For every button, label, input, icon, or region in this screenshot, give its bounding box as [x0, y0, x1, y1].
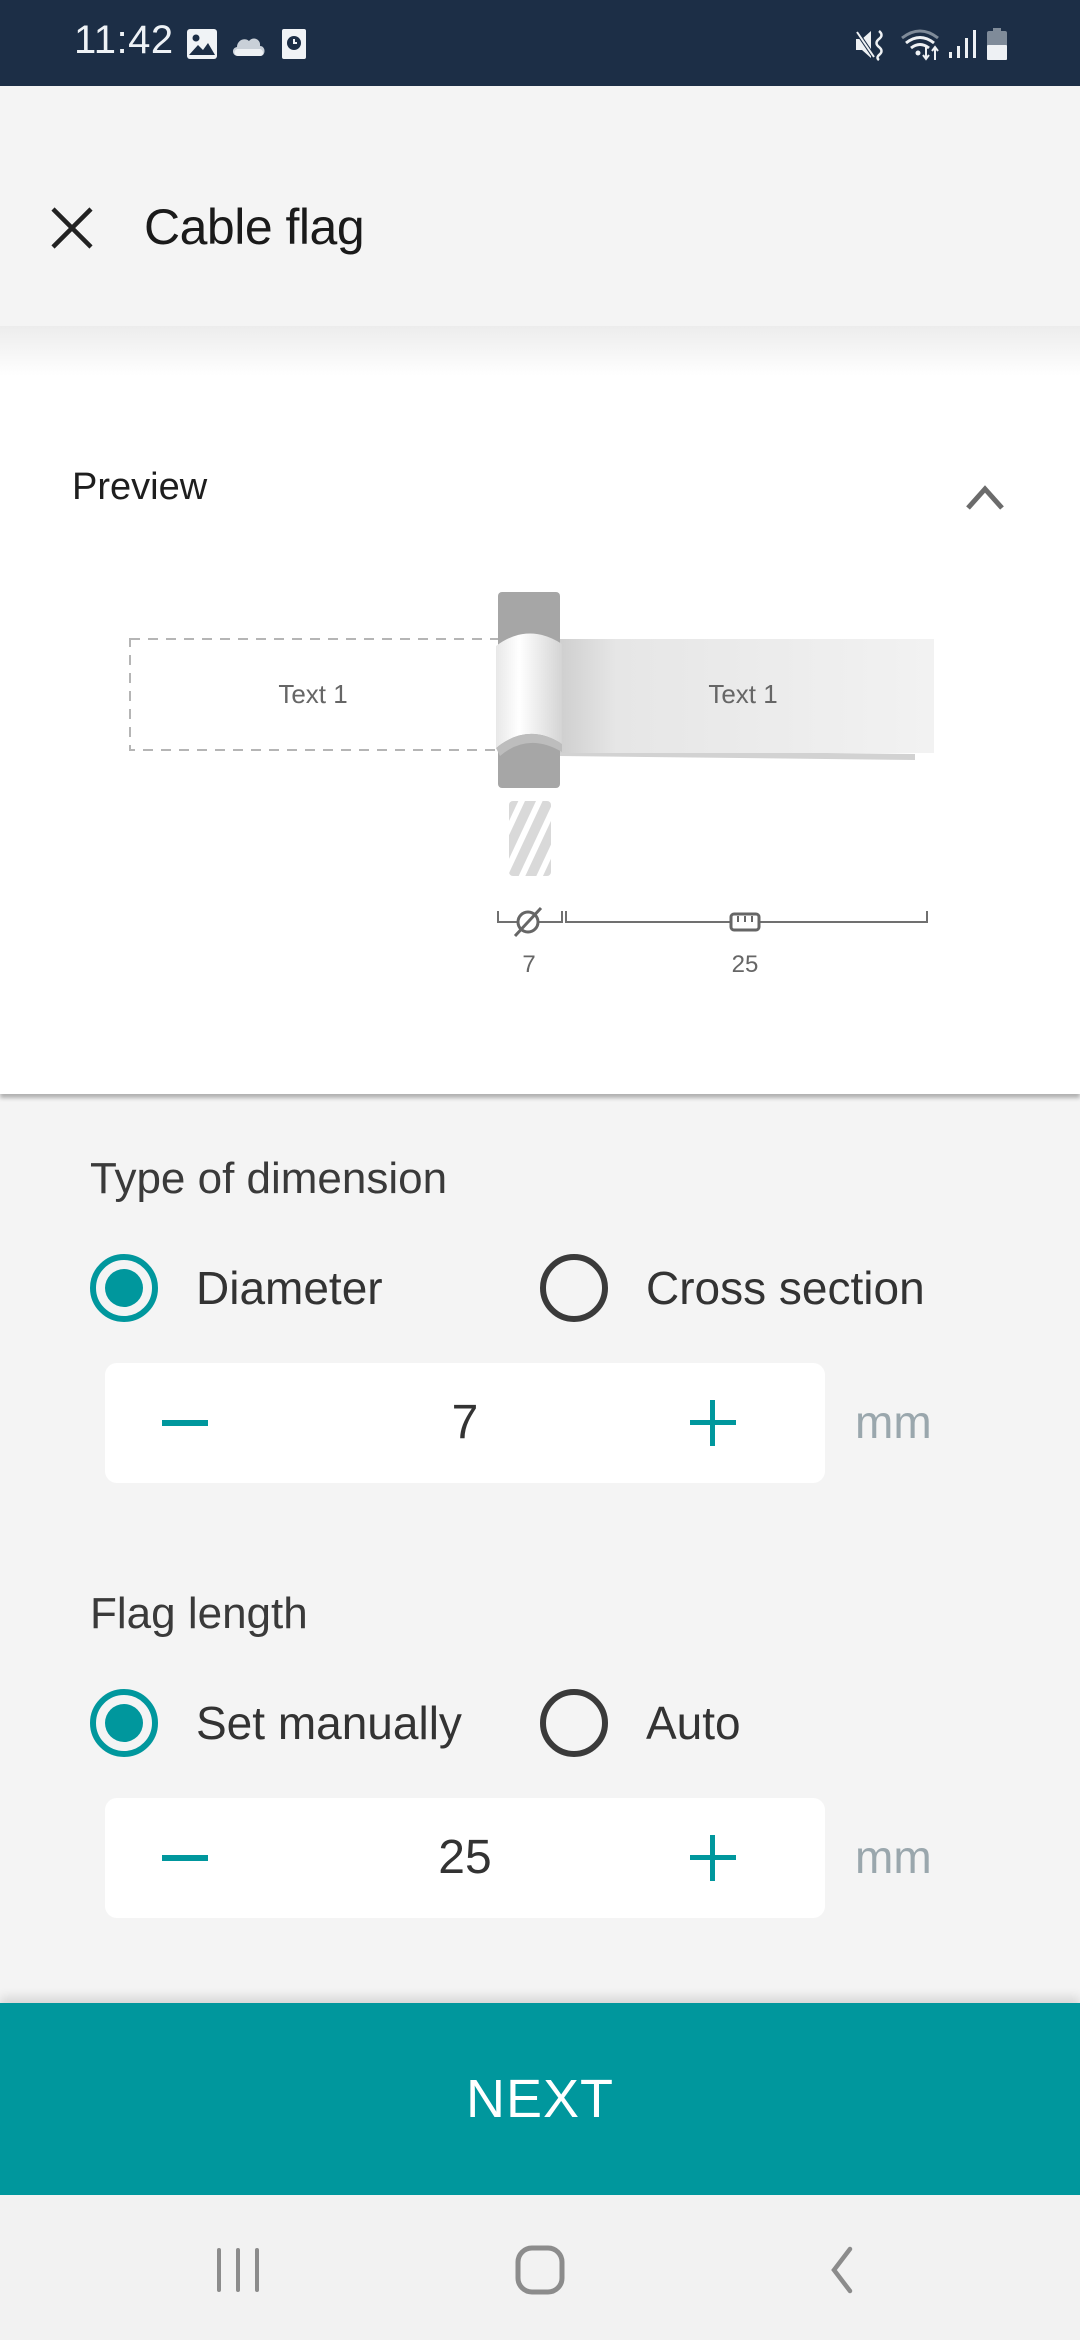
radio-auto[interactable]: Auto: [540, 1689, 741, 1757]
dimension-section-label: Type of dimension: [90, 1154, 448, 1203]
recent-apps-icon: [217, 2248, 259, 2292]
ruler-icon: [729, 912, 761, 932]
clock-app-icon: [282, 29, 306, 59]
back-button[interactable]: [782, 2225, 902, 2315]
cable-flag-preview: Text 1 Text 1 7 25: [129, 592, 934, 978]
preview-toggle[interactable]: Preview: [0, 396, 1080, 510]
diameter-value[interactable]: 7: [265, 1363, 665, 1483]
minus-icon: [162, 1855, 208, 1861]
chevron-up-icon[interactable]: [960, 476, 1010, 516]
signal-icon: [949, 30, 976, 58]
length-value[interactable]: 25: [265, 1798, 665, 1918]
diameter-icon: [513, 906, 543, 938]
radio-label: Set manually: [196, 1697, 462, 1749]
radio-checked-icon: [90, 1689, 158, 1757]
radio-unchecked-icon: [540, 1689, 608, 1757]
plus-icon: [690, 1835, 736, 1881]
diameter-increment-button[interactable]: [653, 1363, 773, 1483]
radio-checked-icon: [90, 1254, 158, 1322]
mute-vibrate-icon: [855, 30, 883, 62]
close-icon: [51, 207, 93, 249]
system-nav-bar: [0, 2195, 1080, 2340]
flag-right-text: Text 1: [708, 679, 777, 709]
preview-title: Preview: [72, 466, 208, 508]
gallery-icon: [187, 29, 217, 59]
radio-label: Auto: [646, 1697, 741, 1749]
app-bar: Cable flag: [0, 86, 1080, 326]
flag-length-section-label: Flag length: [90, 1589, 308, 1638]
status-bar: 11:42: [0, 0, 1080, 86]
diameter-label: 7: [522, 951, 535, 978]
diameter-decrement-button[interactable]: [125, 1363, 245, 1483]
recent-apps-button[interactable]: [178, 2225, 298, 2315]
radio-diameter[interactable]: Diameter: [90, 1254, 383, 1322]
radio-cross-section[interactable]: Cross section: [540, 1254, 925, 1322]
flag-wrap: [496, 633, 562, 748]
radio-label: Diameter: [196, 1262, 383, 1314]
length-decrement-button[interactable]: [125, 1798, 245, 1918]
close-button[interactable]: [40, 196, 104, 260]
flag-left-text: Text 1: [278, 679, 347, 709]
radio-label: Cross section: [646, 1262, 925, 1314]
dimension-lines: [497, 911, 928, 923]
diameter-stepper: 7: [105, 1363, 825, 1483]
flag-length-stepper: 25: [105, 1798, 825, 1918]
next-button[interactable]: NEXT: [0, 2003, 1080, 2195]
length-label: 25: [732, 951, 759, 978]
minus-icon: [162, 1420, 208, 1426]
plus-icon: [690, 1400, 736, 1446]
home-icon: [515, 2245, 565, 2295]
page-title: Cable flag: [144, 199, 365, 255]
diameter-unit: mm: [855, 1396, 932, 1448]
back-icon: [831, 2246, 853, 2294]
preview-card: Preview Text 1 Text 1 7 25: [0, 326, 1080, 1094]
length-unit: mm: [855, 1831, 932, 1883]
length-increment-button[interactable]: [653, 1798, 773, 1918]
radio-set-manually[interactable]: Set manually: [90, 1689, 462, 1757]
status-time: 11:42: [74, 18, 174, 62]
wifi-icon: [901, 29, 939, 61]
radio-unchecked-icon: [540, 1254, 608, 1322]
battery-icon: [987, 28, 1007, 60]
cloud-icon: [232, 38, 265, 56]
cable-cross-hatch: [509, 801, 551, 876]
home-button[interactable]: [480, 2225, 600, 2315]
